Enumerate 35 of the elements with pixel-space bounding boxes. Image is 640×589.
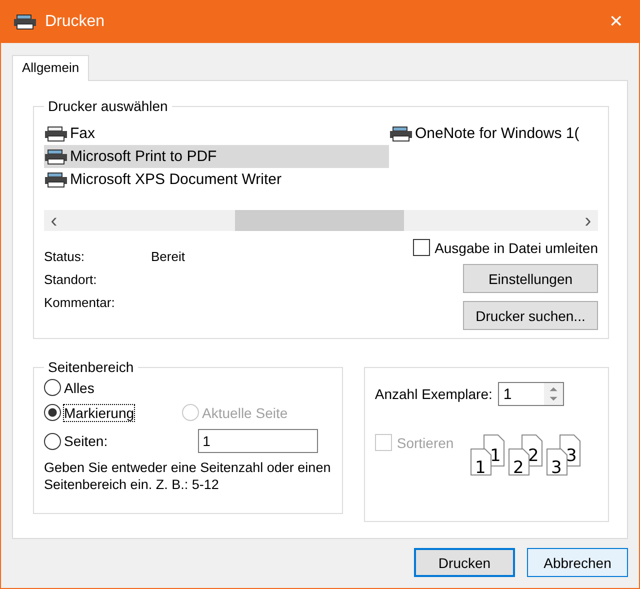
group-title: Seitenbereich: [47, 359, 135, 375]
info-label: Kommentar:: [44, 295, 116, 310]
info-label: Standort:: [44, 272, 98, 287]
redirect-checkbox[interactable]: Ausgabe in Datei umleiten: [412, 239, 598, 256]
scroll-left-button[interactable]: ‹: [44, 210, 64, 231]
dialog-button[interactable]: Drucker suchen...: [463, 301, 598, 330]
scroll-right-button[interactable]: ›: [578, 210, 598, 231]
info-value: Bereit: [151, 249, 185, 264]
window-title: Drucken: [45, 12, 106, 30]
printer-item[interactable]: OneNote for Windows 1(: [389, 122, 598, 145]
printer-item[interactable]: Fax: [44, 122, 389, 145]
printer-item[interactable]: Microsoft XPS Document Writer: [44, 168, 389, 191]
printer-icon: [44, 172, 68, 188]
printer-icon: [389, 126, 413, 142]
printer-item[interactable]: Microsoft Print to PDF: [44, 145, 389, 168]
printer-icon: [44, 148, 68, 164]
printer-icon: [13, 14, 37, 30]
group-title: Drucker auswählen: [47, 98, 169, 114]
radio-option[interactable]: Seiten:: [44, 429, 108, 453]
tab[interactable]: Allgemein: [12, 55, 90, 81]
radio-button[interactable]: [44, 432, 61, 450]
copies-label: Anzahl Exemplare:: [374, 386, 492, 402]
dialog-button[interactable]: Einstellungen: [463, 264, 598, 293]
horizontal-scrollbar[interactable]: ‹ ›: [44, 210, 598, 231]
hint-text: Geben Sie entweder eine Seitenzahl oder einen Seitenbereich ein. Z. B.: 5-12: [44, 459, 332, 493]
pages-field[interactable]: 1: [198, 429, 318, 453]
scroll-thumb[interactable]: [235, 210, 404, 231]
radio-option[interactable]: Alles: [44, 379, 332, 396]
radio-button[interactable]: [44, 379, 61, 396]
radio-button[interactable]: [44, 404, 61, 421]
info-label: Status:: [44, 249, 86, 264]
dialog-button[interactable]: Abbrechen: [527, 548, 628, 577]
fax-icon: [44, 126, 68, 142]
dialog-button[interactable]: Drucken: [414, 548, 515, 577]
radio-option[interactable]: Markierung: [44, 404, 134, 421]
